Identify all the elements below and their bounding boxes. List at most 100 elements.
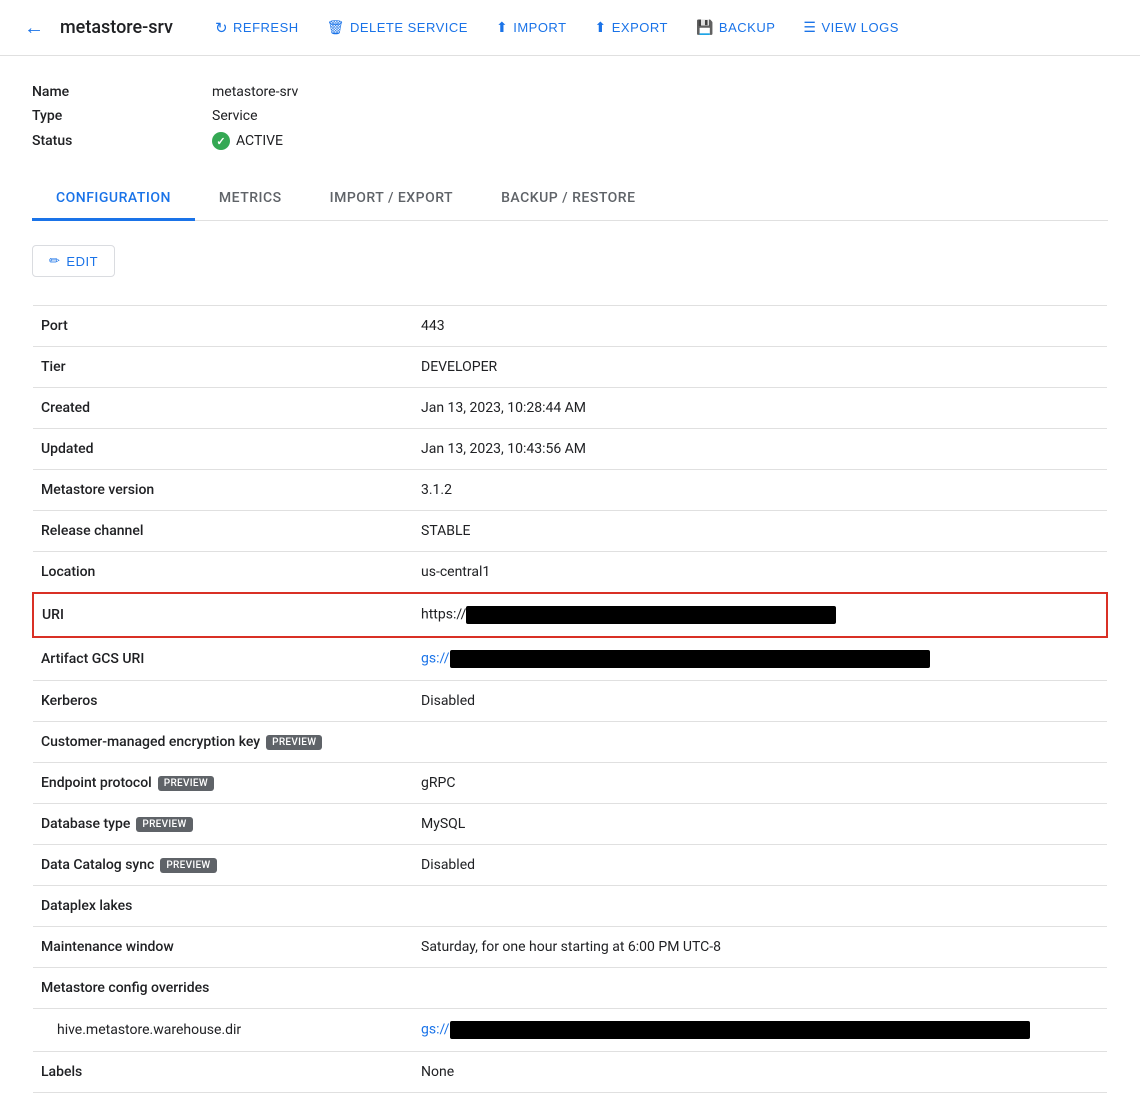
tab-backup-restore[interactable]: BACKUP / RESTORE (477, 178, 659, 221)
row-label: Dataplex lakes (33, 886, 413, 927)
row-value: 3.1.2 (413, 470, 1107, 511)
row-value (413, 968, 1107, 1009)
export-button[interactable]: ⬆ EXPORT (585, 13, 678, 42)
import-button[interactable]: ⬆ IMPORT (486, 13, 577, 42)
export-icon: ⬆ (595, 19, 607, 36)
artifact-gcs-link[interactable]: gs:// (421, 651, 450, 667)
preview-badge: PREVIEW (160, 858, 216, 873)
name-value: metastore-srv (212, 84, 298, 100)
refresh-icon: ↻ (215, 19, 228, 37)
row-value: MySQL (413, 804, 1107, 845)
row-value: gRPC (413, 763, 1107, 804)
row-value: Jan 13, 2023, 10:43:56 AM (413, 429, 1107, 470)
row-label: Artifact GCS URI (33, 637, 413, 681)
table-row: Dataplex lakes (33, 886, 1107, 927)
info-type-row: Type Service (32, 104, 1108, 128)
row-label: Updated (33, 429, 413, 470)
table-row: Release channel STABLE (33, 511, 1107, 552)
row-label: Port (33, 306, 413, 347)
row-value: us-central1 (413, 552, 1107, 594)
delete-icon: 🗑 (327, 19, 345, 36)
table-row: Updated Jan 13, 2023, 10:43:56 AM (33, 429, 1107, 470)
table-row: Kerberos Disabled (33, 681, 1107, 722)
view-logs-button[interactable]: ☰ VIEW LOGS (793, 13, 909, 42)
pencil-icon: ✏ (49, 253, 60, 269)
table-row: Labels None (33, 1052, 1107, 1093)
table-row: Maintenance window Saturday, for one hou… (33, 927, 1107, 968)
import-icon: ⬆ (496, 19, 508, 36)
artifact-gcs-redacted (450, 650, 930, 668)
table-row: Data Catalog sync PREVIEW Disabled (33, 845, 1107, 886)
row-value: gs:// (413, 1009, 1107, 1052)
table-row: Endpoint protocol PREVIEW gRPC (33, 763, 1107, 804)
uri-redacted (466, 606, 836, 624)
info-status-row: Status ACTIVE (32, 128, 1108, 154)
row-label: Data Catalog sync PREVIEW (33, 845, 413, 886)
tabs: CONFIGURATION METRICS IMPORT / EXPORT BA… (32, 178, 1108, 221)
row-value: None (413, 1052, 1107, 1093)
status-value: ACTIVE (212, 132, 283, 150)
row-label: Metastore version (33, 470, 413, 511)
warehouse-dir-link[interactable]: gs:// (421, 1022, 450, 1038)
status-label: Status (32, 133, 212, 149)
backup-button[interactable]: 💾 BACKUP (686, 13, 785, 42)
name-label: Name (32, 84, 212, 100)
row-label: Release channel (33, 511, 413, 552)
refresh-button[interactable]: ↻ REFRESH (205, 13, 309, 43)
row-label: Tier (33, 347, 413, 388)
row-value (413, 886, 1107, 927)
info-table: Name metastore-srv Type Service Status A… (32, 80, 1108, 154)
preview-badge: PREVIEW (136, 817, 192, 832)
row-label: Location (33, 552, 413, 594)
toolbar: ← metastore-srv ↻ REFRESH 🗑 DELETE SERVI… (0, 0, 1140, 56)
row-value: Saturday, for one hour starting at 6:00 … (413, 927, 1107, 968)
type-label: Type (32, 108, 212, 124)
row-value: Jan 13, 2023, 10:28:44 AM (413, 388, 1107, 429)
preview-badge: PREVIEW (158, 776, 214, 791)
uri-value: https:// (413, 593, 1107, 637)
row-label: Metastore config overrides (33, 968, 413, 1009)
config-table: Port 443 Tier DEVELOPER Created Jan 13, … (32, 305, 1108, 1093)
table-row: Customer-managed encryption key PREVIEW (33, 722, 1107, 763)
back-icon: ← (24, 15, 44, 40)
status-active-icon (212, 132, 230, 150)
uri-row: URI https:// (33, 593, 1107, 637)
row-label: Created (33, 388, 413, 429)
table-row: Metastore version 3.1.2 (33, 470, 1107, 511)
tab-metrics[interactable]: METRICS (195, 178, 306, 221)
row-label: Kerberos (33, 681, 413, 722)
preview-badge: PREVIEW (266, 735, 322, 750)
delete-service-button[interactable]: 🗑 DELETE SERVICE (317, 13, 478, 42)
row-label: Endpoint protocol PREVIEW (33, 763, 413, 804)
warehouse-dir-redacted (450, 1021, 1030, 1039)
row-value: DEVELOPER (413, 347, 1107, 388)
viewlogs-icon: ☰ (803, 19, 816, 36)
tab-configuration[interactable]: CONFIGURATION (32, 178, 195, 221)
row-label: Labels (33, 1052, 413, 1093)
back-button[interactable]: ← (24, 15, 44, 40)
tab-import-export[interactable]: IMPORT / EXPORT (306, 178, 477, 221)
table-row: hive.metastore.warehouse.dir gs:// (33, 1009, 1107, 1052)
row-label: hive.metastore.warehouse.dir (33, 1009, 413, 1052)
row-value: Disabled (413, 845, 1107, 886)
table-row: Tier DEVELOPER (33, 347, 1107, 388)
info-name-row: Name metastore-srv (32, 80, 1108, 104)
table-row: Location us-central1 (33, 552, 1107, 594)
edit-button[interactable]: ✏ EDIT (32, 245, 115, 277)
table-row: Metastore config overrides (33, 968, 1107, 1009)
row-value: STABLE (413, 511, 1107, 552)
table-row: Database type PREVIEW MySQL (33, 804, 1107, 845)
backup-icon: 💾 (696, 19, 714, 36)
type-value: Service (212, 108, 258, 124)
row-label: Maintenance window (33, 927, 413, 968)
row-value: 443 (413, 306, 1107, 347)
table-row: Artifact GCS URI gs:// (33, 637, 1107, 681)
page-title: metastore-srv (60, 17, 173, 38)
table-row: Created Jan 13, 2023, 10:28:44 AM (33, 388, 1107, 429)
row-label: Customer-managed encryption key PREVIEW (33, 722, 413, 763)
main-content: Name metastore-srv Type Service Status A… (0, 56, 1140, 1117)
table-row: Port 443 (33, 306, 1107, 347)
uri-label: URI (33, 593, 413, 637)
row-value: Disabled (413, 681, 1107, 722)
row-label: Database type PREVIEW (33, 804, 413, 845)
